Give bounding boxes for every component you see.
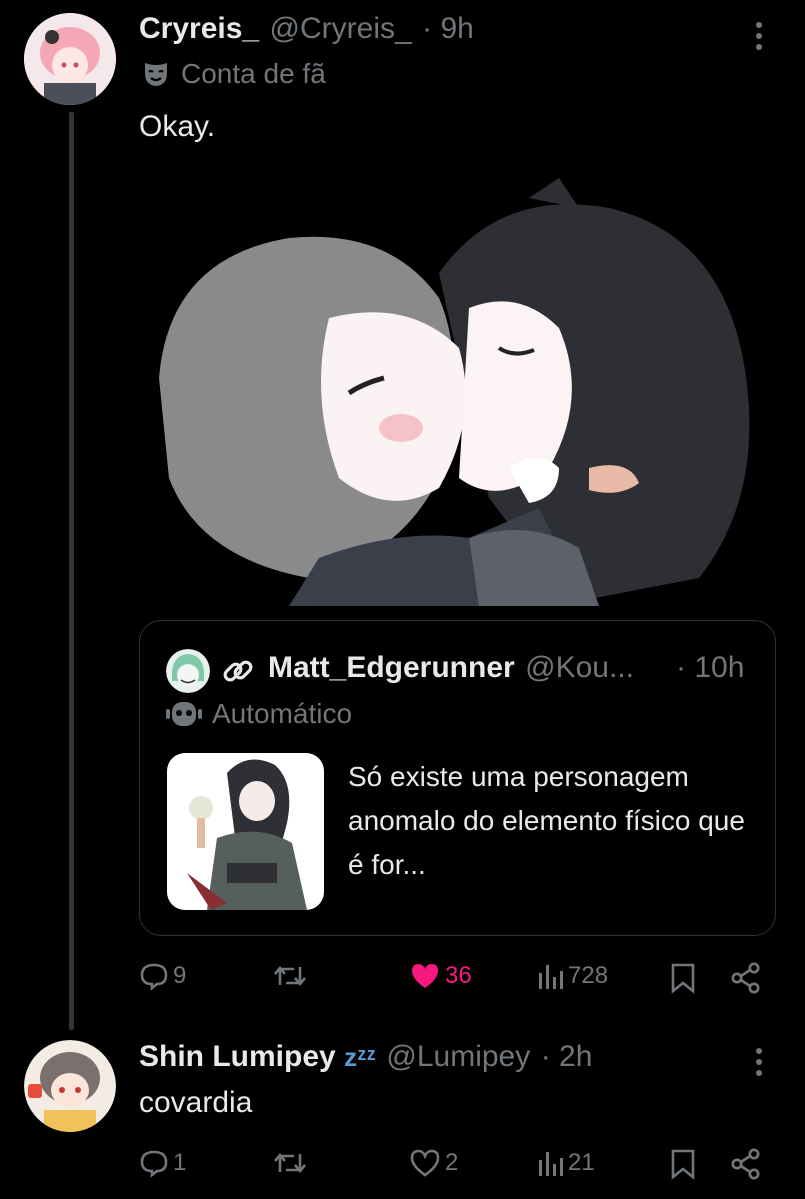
robot-icon — [166, 702, 202, 726]
quoted-tweet-card[interactable]: Matt_Edgerunner @Kou... · 10h Automático… — [139, 620, 776, 936]
tweet2-views-button[interactable]: 21 — [538, 1148, 595, 1178]
views-icon — [539, 965, 563, 989]
quote-header: Matt_Edgerunner @Kou... — [268, 651, 634, 685]
tweet1-reply-count: 9 — [173, 962, 187, 989]
tweet2-views-count: 21 — [568, 1149, 595, 1176]
tweet1-share-icon[interactable] — [730, 962, 762, 994]
like-icon — [410, 1149, 440, 1177]
link-icon — [223, 660, 253, 682]
tweet1-author-name[interactable]: Cryreis_ — [139, 12, 259, 45]
tweet2-text: covardia — [139, 1086, 253, 1119]
tweet2-author-name[interactable]: Shin Lumipey — [139, 1040, 336, 1073]
tweet1-bookmark-icon[interactable] — [670, 962, 696, 994]
tweet1-author-handle[interactable]: @Cryreis_ — [270, 12, 412, 45]
retweet-icon — [274, 965, 306, 987]
tweet1-badge: Conta de fã — [141, 58, 326, 90]
tweet1-header: Cryreis_ @Cryreis_ · 9h — [139, 12, 474, 46]
tweet2-author-handle[interactable]: @Lumipey — [386, 1040, 530, 1073]
views-icon — [539, 1152, 563, 1176]
quote-timestamp[interactable]: · 10h — [676, 651, 744, 685]
tweet1-views-button[interactable]: 728 — [538, 961, 608, 991]
tweet1-badge-label: Conta de fã — [181, 58, 326, 89]
tweet2-share-icon[interactable] — [730, 1148, 762, 1180]
mask-icon — [145, 63, 167, 86]
tweet2-timestamp[interactable]: · 2h — [541, 1040, 593, 1073]
thread-connector — [69, 112, 74, 1030]
tweet1-text: Okay. — [139, 110, 216, 143]
quote-badge: Automático — [166, 698, 352, 730]
tweet2-reply-button[interactable]: 1 — [139, 1148, 186, 1178]
tweet1-timestamp[interactable]: · 9h — [422, 12, 474, 45]
tweet2-like-count: 2 — [445, 1149, 459, 1176]
tweet1-more-icon[interactable] — [756, 22, 762, 55]
like-icon — [412, 964, 438, 988]
tweet1-like-count: 36 — [445, 962, 472, 989]
tweet2-header: Shin Lumipey zᶻᶻ @Lumipey · 2h — [139, 1040, 592, 1074]
reply-icon — [140, 963, 168, 991]
tweet1-views-count: 728 — [568, 962, 609, 989]
tweet2-reply-count: 1 — [173, 1149, 187, 1176]
tweet1-retweet-button[interactable] — [273, 961, 307, 991]
avatar-matt[interactable] — [166, 649, 210, 693]
quote-author-name[interactable]: Matt_Edgerunner — [268, 651, 515, 684]
tweet2-more-icon[interactable] — [756, 1048, 762, 1081]
avatar-cryreis[interactable] — [24, 13, 116, 105]
tweet2-like-button[interactable]: 2 — [409, 1148, 458, 1178]
tweet1-like-button[interactable]: 36 — [409, 961, 472, 991]
tweet2-retweet-button[interactable] — [273, 1148, 307, 1178]
avatar-lumipey[interactable] — [24, 1040, 116, 1132]
quote-author-handle[interactable]: @Kou... — [525, 651, 634, 684]
tweet1-reply-button[interactable]: 9 — [139, 961, 186, 991]
quote-media-thumbnail[interactable] — [167, 753, 324, 910]
reply-icon — [140, 1150, 168, 1178]
tweet2-bookmark-icon[interactable] — [670, 1148, 696, 1180]
sleeping-emoji: zᶻᶻ — [344, 1042, 376, 1072]
quote-badge-label: Automático — [212, 698, 353, 729]
retweet-icon — [274, 1152, 306, 1174]
tweet1-media-image[interactable] — [139, 178, 776, 606]
quote-text: Só existe uma personagem anomalo do elem… — [348, 761, 745, 880]
